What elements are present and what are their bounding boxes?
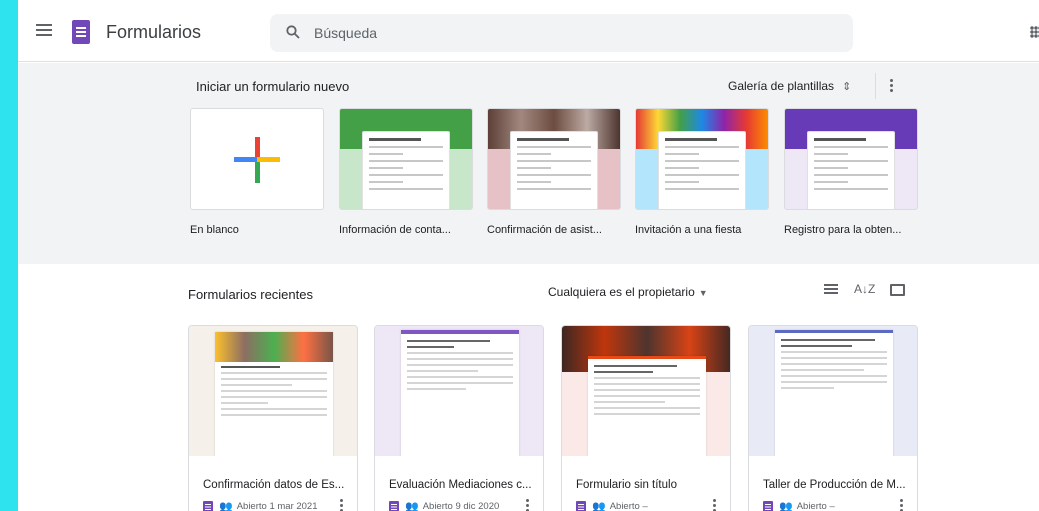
template-party-invite[interactable]: Invitación a una fiesta — [635, 108, 769, 236]
recent-forms-heading: Formularios recientes — [188, 287, 313, 302]
form-meta: 👥 Abierto 9 dic 2020 — [389, 498, 499, 511]
form-thumbnail — [749, 326, 917, 456]
template-label: Registro para la obten... — [784, 224, 902, 236]
forms-home: Formularios Iniciar un formulario nuevo … — [18, 0, 1039, 511]
recent-form-card[interactable]: Evaluación Mediaciones c... 👥 Abierto 9 d… — [374, 325, 544, 511]
form-preview — [510, 131, 598, 209]
unfold-icon: ⇕ — [842, 81, 852, 93]
form-preview — [658, 131, 746, 209]
shared-people-icon: 👥 — [592, 501, 606, 511]
apps-grid-icon[interactable] — [1030, 26, 1039, 38]
template-label: En blanco — [190, 224, 239, 236]
form-preview — [401, 330, 519, 456]
template-registration[interactable]: Registro para la obten... — [784, 108, 918, 236]
form-title: Confirmación datos de Es... — [203, 479, 345, 491]
form-preview — [588, 356, 706, 456]
more-options-icon[interactable] — [337, 499, 345, 511]
recent-form-card[interactable]: Formulario sin título 👥 Abierto – — [561, 325, 731, 511]
recent-form-card[interactable]: Taller de Producción de M... 👥 Abierto – — [748, 325, 918, 511]
new-form-heading: Iniciar un formulario nuevo — [196, 79, 350, 94]
divider — [875, 73, 876, 99]
recent-form-card[interactable]: Confirmación datos de Es... 👥 Abierto 1 m… — [188, 325, 358, 511]
sort-az-icon[interactable]: A↓Z — [854, 282, 875, 296]
form-meta: 👥 Abierto 1 mar 2021 — [203, 498, 318, 511]
search-bar[interactable] — [270, 14, 853, 52]
template-label: Invitación a una fiesta — [635, 224, 742, 236]
top-bar: Formularios — [18, 0, 1039, 62]
template-thumbnail — [487, 108, 621, 210]
owner-filter-dropdown[interactable]: Cualquiera es el propietario ▼ — [548, 285, 708, 299]
template-thumbnail — [190, 108, 324, 210]
more-options-icon[interactable] — [710, 499, 718, 511]
template-attendance[interactable]: Confirmación de asist... — [487, 108, 621, 236]
form-thumbnail — [189, 326, 357, 456]
form-preview — [215, 332, 333, 456]
form-type-icon — [763, 500, 773, 511]
more-options-icon[interactable] — [886, 79, 896, 93]
form-meta: 👥 Abierto – — [576, 498, 648, 511]
owner-filter-label: Cualquiera es el propietario — [548, 285, 695, 299]
template-label: Información de conta... — [339, 224, 451, 236]
folder-icon[interactable] — [890, 284, 905, 296]
form-type-icon — [389, 500, 399, 511]
opened-date: Abierto 1 mar 2021 — [236, 501, 318, 511]
search-input[interactable] — [314, 23, 814, 43]
template-gallery-button[interactable]: Galería de plantillas ⇕ — [728, 79, 851, 93]
template-thumbnail — [784, 108, 918, 210]
template-gallery-label: Galería de plantillas — [728, 79, 835, 93]
opened-date: Abierto – — [609, 501, 648, 511]
shared-people-icon: 👥 — [219, 501, 233, 511]
list-view-icon[interactable] — [824, 284, 838, 296]
form-preview — [775, 330, 893, 456]
template-label: Confirmación de asist... — [487, 224, 602, 236]
template-gallery-section: Iniciar un formulario nuevo Galería de p… — [18, 63, 1039, 264]
opened-date: Abierto – — [796, 501, 835, 511]
form-title: Formulario sin título — [576, 479, 677, 491]
template-thumbnail — [339, 108, 473, 210]
form-thumbnail — [375, 326, 543, 456]
form-preview — [807, 131, 895, 209]
more-options-icon[interactable] — [523, 499, 531, 511]
main-menu-icon[interactable] — [36, 24, 52, 38]
more-options-icon[interactable] — [897, 499, 905, 511]
form-thumbnail — [562, 326, 730, 456]
template-thumbnail — [635, 108, 769, 210]
form-type-icon — [203, 500, 213, 511]
shared-people-icon: 👥 — [779, 501, 793, 511]
form-meta: 👥 Abierto – — [763, 498, 835, 511]
search-icon[interactable] — [286, 25, 300, 39]
opened-date: Abierto 9 dic 2020 — [422, 501, 500, 511]
template-blank[interactable]: En blanco — [190, 108, 324, 236]
template-contact-info[interactable]: Información de conta... — [339, 108, 473, 236]
plus-icon — [234, 137, 280, 183]
dropdown-arrow-icon: ▼ — [698, 288, 708, 298]
forms-logo-icon[interactable] — [72, 20, 90, 44]
form-preview — [362, 131, 450, 209]
form-type-icon — [576, 500, 586, 511]
form-title: Evaluación Mediaciones c... — [389, 479, 532, 491]
shared-people-icon: 👥 — [405, 501, 419, 511]
app-title[interactable]: Formularios — [106, 22, 201, 43]
form-title: Taller de Producción de M... — [763, 479, 906, 491]
